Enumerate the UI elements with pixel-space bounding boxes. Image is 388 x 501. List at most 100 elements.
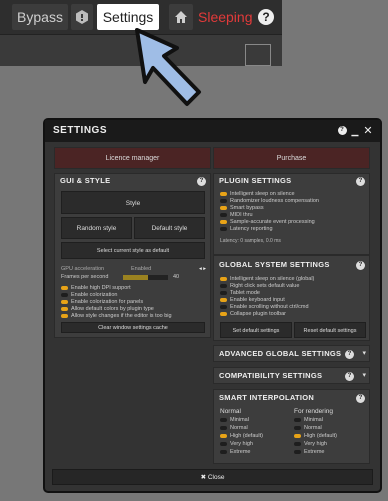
smart-render-option[interactable]: Very high [294,441,327,448]
toggle-led-icon[interactable] [220,304,227,309]
style-button[interactable]: Style [61,191,205,214]
smart-render-option[interactable]: Extreme [294,449,324,456]
plugin-option[interactable]: MIDI thru [220,212,253,219]
global-settings-panel: GLOBAL SYSTEM SETTINGS ? Intelligent sle… [213,255,370,341]
toggle-led-icon[interactable] [220,198,227,203]
bypass-button[interactable]: Bypass [12,4,68,30]
plugin-option[interactable]: Randomizer loudness compensation [220,198,319,205]
plugin-option[interactable]: Sample-accurate event processing [220,219,315,226]
toggle-led-icon[interactable] [220,433,227,438]
toggle-led-icon[interactable] [220,290,227,295]
help-icon[interactable]: ? [256,4,276,30]
toggle-led-icon[interactable] [220,283,227,288]
toggle-led-icon[interactable] [294,425,301,430]
close-icon[interactable]: ✕ [362,125,374,137]
close-button[interactable]: ✖ Close [52,469,373,485]
smart-render-option-label: Normal [304,425,322,431]
smart-normal-option-label: Very high [230,441,253,447]
smart-normal-option[interactable]: Very high [220,441,253,448]
smart-render-option[interactable]: Minimal [294,417,323,424]
sleeping-status[interactable]: Sleeping [198,4,253,30]
gui-option[interactable]: Allow style changes if the editor is too… [61,313,172,320]
window-help-icon[interactable]: ? [336,125,348,137]
clear-cache-button[interactable]: Clear window settings cache [61,322,205,333]
toggle-led-icon[interactable] [220,441,227,446]
toggle-led-icon[interactable] [61,313,68,318]
smart-render-option[interactable]: Normal [294,425,322,432]
smart-normal-option-label: Minimal [230,417,249,423]
minimize-icon[interactable]: ▁ [349,125,361,137]
select-default-style-button[interactable]: Select current style as default [61,242,205,259]
toggle-led-icon[interactable] [61,292,68,297]
gui-help-icon[interactable]: ? [197,177,206,186]
advanced-help-icon[interactable]: ? [345,350,354,359]
toggle-led-icon[interactable] [220,212,227,217]
rendering-column-header: For rendering [294,408,334,415]
global-help-icon[interactable]: ? [356,261,365,270]
toggle-led-icon[interactable] [220,311,227,316]
plugin-option[interactable]: Smart bypass [220,205,264,212]
random-style-button[interactable]: Random style [61,217,132,239]
gui-option[interactable]: Enable high DPI support [61,285,131,292]
gui-option[interactable]: Enable colorization [61,292,117,299]
toggle-led-icon[interactable] [220,425,227,430]
normal-column-header: Normal [220,408,241,415]
set-default-settings-button[interactable]: Set default settings [220,322,292,338]
global-option[interactable]: Enable scrolling without ctrl/cmd [220,304,309,311]
smart-normal-option[interactable]: High (default) [220,433,263,440]
advanced-settings-panel[interactable]: ADVANCED GLOBAL SETTINGS ? ▾ [213,345,370,362]
plugin-option[interactable]: Intelligent sleep on silence [220,191,295,198]
advanced-chevron-icon[interactable]: ▾ [362,349,366,357]
toggle-led-icon[interactable] [294,449,301,454]
global-option-label: Tablet mode [230,290,260,296]
toggle-led-icon[interactable] [220,191,227,196]
toggle-led-icon[interactable] [294,417,301,422]
gpu-arrows-icon[interactable]: ◂ ▸ [199,266,206,273]
default-style-button[interactable]: Default style [134,217,205,239]
plugin-option-label: MIDI thru [230,212,253,218]
gui-option[interactable]: Enable colorization for panels [61,299,143,306]
toggle-led-icon[interactable] [220,226,227,231]
toggle-led-icon[interactable] [61,299,68,304]
toggle-led-icon[interactable] [220,297,227,302]
toggle-led-icon[interactable] [61,285,68,290]
smart-normal-option-label: Extreme [230,449,251,455]
plugin-help-icon[interactable]: ? [356,177,365,186]
smart-normal-option[interactable]: Minimal [220,417,249,424]
global-option[interactable]: Tablet mode [220,290,260,297]
smart-render-option-label: Very high [304,441,327,447]
plugin-settings-header: PLUGIN SETTINGS [219,176,292,185]
gpu-acceleration-row[interactable]: GPU acceleration Enabled ◂ ▸ [61,266,206,273]
compatibility-help-icon[interactable]: ? [345,372,354,381]
compatibility-chevron-icon[interactable]: ▾ [362,371,366,379]
toggle-led-icon[interactable] [220,276,227,281]
fps-label: Frames per second [61,274,109,280]
gui-option-label: Enable colorization for panels [71,299,144,305]
gui-option[interactable]: Allow default colors by plugin type [61,306,154,313]
smart-interpolation-header: SMART INTERPOLATION [219,393,315,402]
smart-normal-option[interactable]: Extreme [220,449,250,456]
fps-row[interactable]: Frames per second 40 [61,274,206,281]
global-option[interactable]: Intelligent sleep on silence (global) [220,276,314,283]
global-option[interactable]: Enable keyboard input [220,297,285,304]
toggle-led-icon[interactable] [220,219,227,224]
fps-slider[interactable] [123,275,168,280]
purchase-button[interactable]: Purchase [213,147,370,169]
hexagon-icon[interactable] [71,4,93,30]
toggle-led-icon[interactable] [61,306,68,311]
global-option[interactable]: Collapse plugin toolbar [220,311,286,318]
plugin-option[interactable]: Latency reporting [220,226,273,233]
toggle-led-icon[interactable] [220,449,227,454]
toggle-led-icon[interactable] [294,441,301,446]
smart-normal-option[interactable]: Normal [220,425,248,432]
reset-default-settings-button[interactable]: Reset default settings [294,322,366,338]
toggle-led-icon[interactable] [220,205,227,210]
compatibility-settings-panel[interactable]: COMPATIBILITY SETTINGS ? ▾ [213,367,370,384]
toggle-led-icon[interactable] [220,417,227,422]
licence-manager-button[interactable]: Licence manager [54,147,211,169]
smart-render-option[interactable]: High (default) [294,433,337,440]
toggle-led-icon[interactable] [294,433,301,438]
global-option[interactable]: Right click sets default value [220,283,299,290]
smart-help-icon[interactable]: ? [356,394,365,403]
global-option-label: Enable keyboard input [230,297,285,303]
